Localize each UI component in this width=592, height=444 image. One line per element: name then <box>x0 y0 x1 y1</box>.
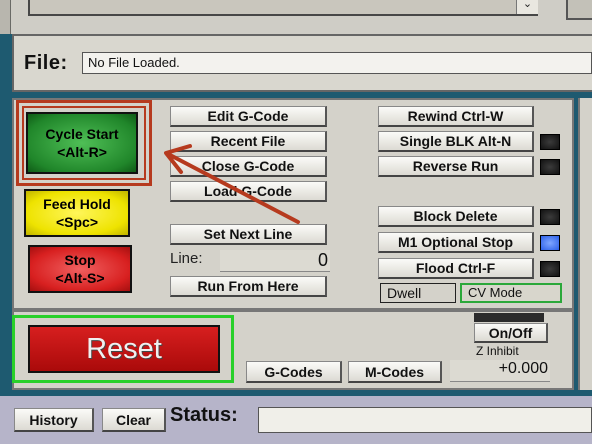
status-label: Status: <box>170 404 238 426</box>
edit-gcode-button[interactable]: Edit G-Code <box>170 106 327 127</box>
recent-file-button[interactable]: Recent File <box>170 131 327 152</box>
stop-shortcut: <Alt-S> <box>55 270 105 286</box>
top-dropdown[interactable] <box>28 0 538 16</box>
z-inhibit-led-icon <box>474 313 544 322</box>
block-delete-button[interactable]: Block Delete <box>378 206 534 227</box>
reverse-run-button[interactable]: Reverse Run <box>378 156 534 177</box>
block-delete-led-icon <box>540 209 560 225</box>
top-left-edge <box>0 0 11 34</box>
z-inhibit-value-field[interactable]: +0.000 <box>450 360 550 382</box>
line-label: Line: <box>170 250 203 267</box>
line-number-field[interactable]: 0 <box>220 250 330 272</box>
feed-hold-label: Feed Hold <box>43 196 111 212</box>
dwell-indicator: Dwell <box>380 283 456 303</box>
history-button[interactable]: History <box>14 408 94 432</box>
chevron-down-icon[interactable]: ⌄ <box>516 0 538 14</box>
feed-hold-shortcut: <Spc> <box>55 214 99 230</box>
run-from-here-button[interactable]: Run From Here <box>170 276 327 297</box>
m-codes-button[interactable]: M-Codes <box>348 361 442 383</box>
right-side-panel <box>578 98 592 310</box>
set-next-line-button[interactable]: Set Next Line <box>170 224 327 245</box>
m1-optional-stop-led-icon <box>540 235 560 251</box>
file-name-field: No File Loaded. <box>82 52 592 74</box>
z-inhibit-on-off-button[interactable]: On/Off <box>474 323 548 343</box>
file-label: File: <box>24 52 68 74</box>
rewind-button[interactable]: Rewind Ctrl-W <box>378 106 534 127</box>
z-inhibit-label: Z Inhibit <box>476 344 519 358</box>
feed-hold-button[interactable]: Feed Hold <Spc> <box>24 189 130 237</box>
m1-optional-stop-button[interactable]: M1 Optional Stop <box>378 232 534 253</box>
flood-button[interactable]: Flood Ctrl-F <box>378 258 534 279</box>
reverse-run-led-icon <box>540 159 560 175</box>
status-field <box>258 407 592 433</box>
flood-led-icon <box>540 261 560 277</box>
stop-label: Stop <box>64 252 96 268</box>
single-blk-led-icon <box>540 134 560 150</box>
stop-button[interactable]: Stop <Alt-S> <box>28 245 132 293</box>
load-gcode-button[interactable]: Load G-Code <box>170 181 327 202</box>
cv-mode-indicator: CV Mode <box>460 283 562 303</box>
top-right-button[interactable] <box>566 0 592 20</box>
single-blk-button[interactable]: Single BLK Alt-N <box>378 131 534 152</box>
close-gcode-button[interactable]: Close G-Code <box>170 156 327 177</box>
reset-button[interactable]: Reset <box>28 325 220 373</box>
annotation-highlight-inner <box>22 106 146 180</box>
clear-button[interactable]: Clear <box>102 408 166 432</box>
g-codes-button[interactable]: G-Codes <box>246 361 342 383</box>
bottom-right-panel <box>578 310 592 390</box>
